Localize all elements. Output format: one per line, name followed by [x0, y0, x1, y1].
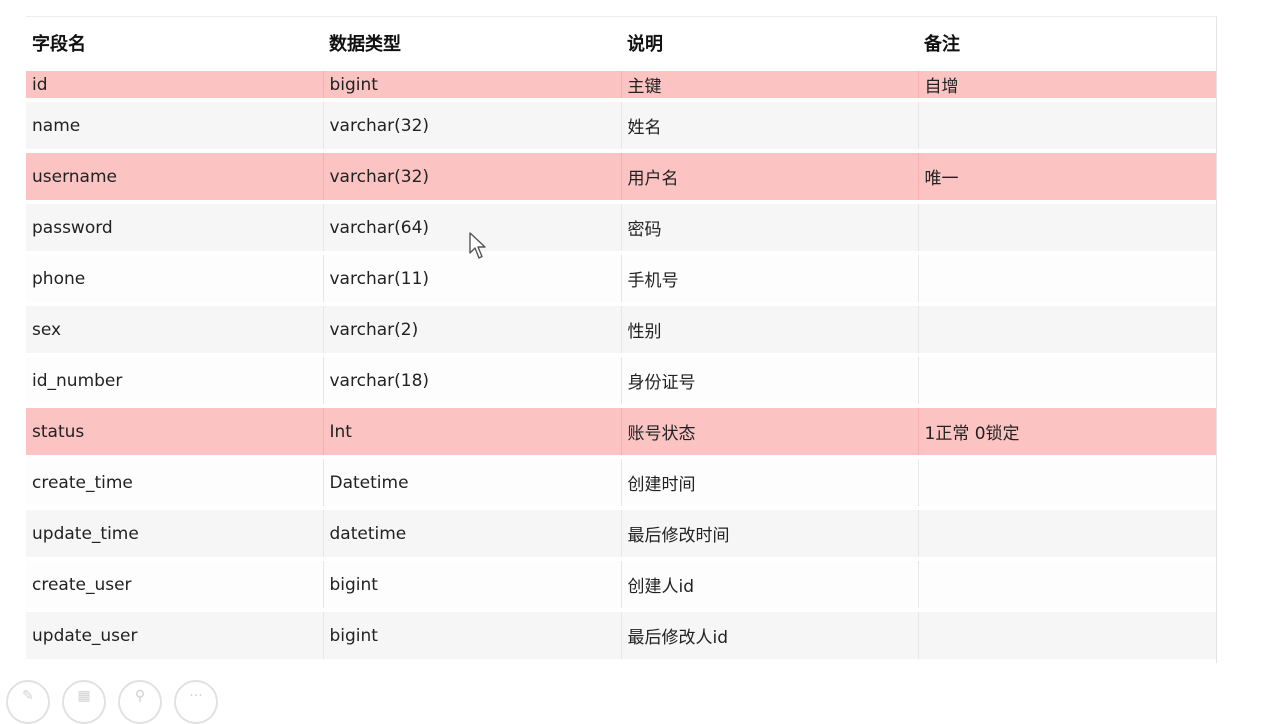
- table-row: name varchar(32) 姓名: [26, 100, 1216, 153]
- cell-field-name: username: [26, 151, 323, 204]
- cell-remark: [917, 610, 1216, 663]
- cell-field-name: sex: [26, 304, 323, 357]
- cell-field-name: password: [26, 202, 323, 255]
- cell-remark: 1正常 0锁定: [917, 406, 1216, 459]
- cell-description: 最后修改时间: [620, 508, 918, 561]
- table-row: create_time Datetime 创建时间: [26, 457, 1216, 510]
- table-body: id bigint 主键 自增 name varchar(32) 姓名 username var…: [26, 70, 1216, 663]
- table-row: username varchar(32) 用户名 唯一: [26, 151, 1216, 204]
- schema-table-container: 字段名 数据类型 说明 备注 id bigint 主键 自增 name varchar(3…: [26, 16, 1217, 663]
- cell-description: 用户名: [620, 151, 918, 204]
- table-row: create_user bigint 创建人id: [26, 559, 1216, 612]
- cell-remark: [917, 202, 1216, 255]
- cell-description: 身份证号: [620, 355, 918, 408]
- cell-field-name: update_time: [26, 508, 323, 561]
- header-remark: 备注: [918, 17, 1216, 71]
- cell-data-type: bigint: [322, 70, 621, 102]
- schema-table: 字段名 数据类型 说明 备注 id bigint 主键 自增 name varchar(3…: [26, 17, 1216, 663]
- cell-remark: [917, 559, 1216, 612]
- table-header-row: 字段名 数据类型 说明 备注: [26, 17, 1216, 71]
- cell-description: 密码: [620, 202, 918, 255]
- layout-icon[interactable]: ▦: [62, 680, 106, 724]
- cell-remark: [917, 508, 1216, 561]
- mouse-cursor-icon: [469, 232, 486, 259]
- cell-field-name: phone: [26, 253, 323, 306]
- table-row: sex varchar(2) 性别: [26, 304, 1216, 357]
- cell-data-type: datetime: [322, 508, 621, 561]
- cell-data-type: varchar(2): [322, 304, 621, 357]
- cell-remark: 自增: [917, 70, 1216, 102]
- cell-remark: [917, 457, 1216, 510]
- cell-field-name: name: [26, 100, 323, 153]
- zoom-icon[interactable]: ⚲: [118, 680, 162, 724]
- cell-description: 性别: [620, 304, 918, 357]
- pen-icon[interactable]: ✎: [6, 680, 50, 724]
- header-description: 说明: [621, 17, 918, 71]
- cell-description: 手机号: [620, 253, 918, 306]
- header-field-name: 字段名: [26, 17, 323, 71]
- cell-description: 主键: [620, 70, 918, 102]
- header-data-type: 数据类型: [323, 17, 621, 71]
- table-row: update_time datetime 最后修改时间: [26, 508, 1216, 561]
- cell-remark: [917, 355, 1216, 408]
- table-row: phone varchar(11) 手机号: [26, 253, 1216, 306]
- more-icon[interactable]: ···: [174, 680, 218, 724]
- cell-description: 最后修改人id: [620, 610, 918, 663]
- cell-field-name: create_user: [26, 559, 323, 612]
- cell-remark: [917, 100, 1216, 153]
- cell-field-name: id: [26, 70, 323, 102]
- cell-description: 账号状态: [620, 406, 918, 459]
- presentation-toolbar: ✎ ▦ ⚲ ···: [6, 680, 218, 724]
- cell-field-name: status: [26, 406, 323, 459]
- table-row: update_user bigint 最后修改人id: [26, 610, 1216, 663]
- cell-description: 创建时间: [620, 457, 918, 510]
- cell-data-type: bigint: [322, 610, 621, 663]
- cell-data-type: varchar(32): [322, 100, 621, 153]
- cell-field-name: id_number: [26, 355, 323, 408]
- cell-data-type: Int: [322, 406, 621, 459]
- cell-description: 姓名: [620, 100, 918, 153]
- cell-data-type: varchar(32): [322, 151, 621, 204]
- cell-remark: [917, 304, 1216, 357]
- cell-description: 创建人id: [620, 559, 918, 612]
- cell-data-type: bigint: [322, 559, 621, 612]
- cell-remark: 唯一: [917, 151, 1216, 204]
- table-row: password varchar(64) 密码: [26, 202, 1216, 255]
- table-row: status Int 账号状态 1正常 0锁定: [26, 406, 1216, 459]
- cell-field-name: update_user: [26, 610, 323, 663]
- cell-data-type: varchar(18): [322, 355, 621, 408]
- table-row: id bigint 主键 自增: [26, 70, 1216, 102]
- cell-remark: [917, 253, 1216, 306]
- table-row: id_number varchar(18) 身份证号: [26, 355, 1216, 408]
- cell-field-name: create_time: [26, 457, 323, 510]
- cell-data-type: Datetime: [322, 457, 621, 510]
